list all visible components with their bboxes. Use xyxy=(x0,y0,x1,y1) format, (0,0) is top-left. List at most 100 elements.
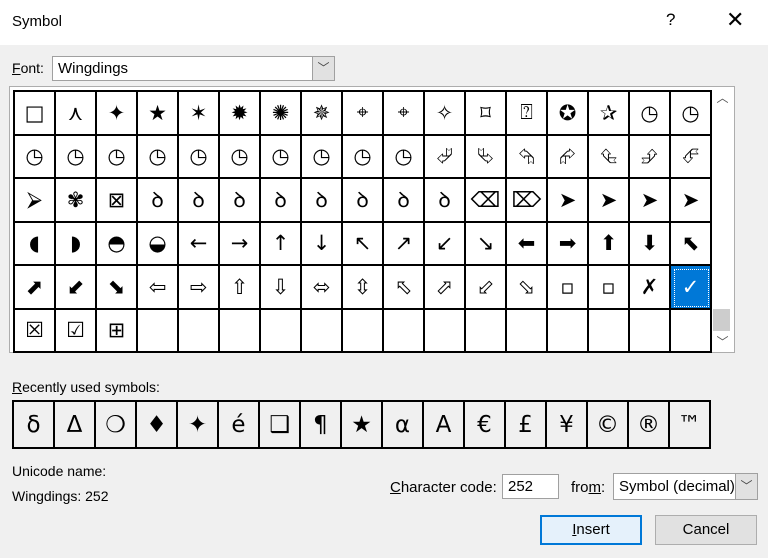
symbol-cell[interactable]: ꝺ xyxy=(261,179,302,223)
symbol-cell[interactable]: ⇦ xyxy=(138,266,179,310)
symbol-cell[interactable]: ꝺ xyxy=(425,179,466,223)
symbol-cell[interactable]: ⮳ xyxy=(548,135,589,179)
recent-symbol[interactable]: Δ xyxy=(55,402,96,449)
recent-symbol[interactable]: ¶ xyxy=(301,402,342,449)
chevron-down-icon[interactable]: ﹀ xyxy=(312,57,334,80)
font-select[interactable]: Wingdings ﹀ xyxy=(52,56,335,81)
scrollbar[interactable]: ︿ ﹀ xyxy=(711,87,734,352)
insert-button[interactable]: Insert xyxy=(540,515,642,545)
symbol-cell[interactable]: ⌖ xyxy=(384,92,425,136)
symbol-cell[interactable]: ◗ xyxy=(56,222,97,266)
symbol-cell[interactable]: ▫ xyxy=(589,266,630,310)
symbol-cell[interactable]: ⬉ xyxy=(671,222,712,266)
symbol-cell[interactable] xyxy=(343,309,384,353)
symbol-cell[interactable]: ꝺ xyxy=(384,179,425,223)
symbol-cell[interactable]: ⬋ xyxy=(56,266,97,310)
symbol-cell[interactable]: ⇩ xyxy=(261,266,302,310)
symbol-cell[interactable]: ꝺ xyxy=(220,179,261,223)
scroll-up-icon[interactable]: ︿ xyxy=(711,89,734,106)
recent-symbol[interactable]: ™ xyxy=(670,402,711,449)
symbol-cell[interactable]: ⊠ xyxy=(97,179,138,223)
symbol-cell[interactable]: ⮵ xyxy=(630,135,671,179)
symbol-cell[interactable]: → xyxy=(220,222,261,266)
symbol-cell[interactable]: ↗ xyxy=(384,222,425,266)
symbol-cell[interactable]: ⬆ xyxy=(589,222,630,266)
symbol-cell[interactable]: ✰ xyxy=(589,92,630,136)
symbol-cell[interactable]: ꝺ xyxy=(343,179,384,223)
recent-symbol[interactable]: ✦ xyxy=(178,402,219,449)
recent-symbol[interactable]: ❍ xyxy=(96,402,137,449)
symbol-cell[interactable] xyxy=(671,309,712,353)
recent-symbol[interactable]: ® xyxy=(629,402,670,449)
symbol-cell[interactable]: ⊞ xyxy=(97,309,138,353)
symbol-cell[interactable]: ◷ xyxy=(261,135,302,179)
symbol-cell[interactable]: ◷ xyxy=(138,135,179,179)
symbol-cell[interactable]: ⬊ xyxy=(97,266,138,310)
symbol-cell[interactable]: ☑ xyxy=(56,309,97,353)
symbol-cell[interactable]: ↖ xyxy=(343,222,384,266)
symbol-cell[interactable]: ◒ xyxy=(138,222,179,266)
symbol-cell[interactable]: ⮚ xyxy=(15,179,56,223)
symbol-cell[interactable]: ꝺ xyxy=(179,179,220,223)
symbol-cell[interactable] xyxy=(384,309,425,353)
symbol-cell[interactable]: ➤ xyxy=(548,179,589,223)
symbol-cell[interactable]: ⮱ xyxy=(466,135,507,179)
symbol-cell[interactable]: ◷ xyxy=(302,135,343,179)
symbol-cell[interactable] xyxy=(466,309,507,353)
symbol-cell[interactable]: ◷ xyxy=(179,135,220,179)
symbol-cell[interactable]: ↑ xyxy=(261,222,302,266)
symbol-cell[interactable]: ✗ xyxy=(630,266,671,310)
symbol-cell[interactable]: ◷ xyxy=(343,135,384,179)
symbol-cell[interactable]: ⌦ xyxy=(507,179,548,223)
symbol-cell[interactable]: ★ xyxy=(138,92,179,136)
symbol-cell[interactable]: ← xyxy=(179,222,220,266)
symbol-cell[interactable]: ◷ xyxy=(220,135,261,179)
recent-symbol[interactable]: ¥ xyxy=(547,402,588,449)
symbol-cell[interactable]: ✹ xyxy=(220,92,261,136)
symbol-cell[interactable]: ↙ xyxy=(425,222,466,266)
symbol-cell[interactable]: ꝺ xyxy=(302,179,343,223)
recent-symbol[interactable]: € xyxy=(465,402,506,449)
symbol-cell[interactable]: ✓ xyxy=(671,266,712,310)
symbol-cell[interactable]: ⬅ xyxy=(507,222,548,266)
symbol-cell[interactable] xyxy=(589,309,630,353)
symbol-cell[interactable]: ⇳ xyxy=(343,266,384,310)
symbol-cell[interactable] xyxy=(425,309,466,353)
symbol-cell[interactable]: ◷ xyxy=(56,135,97,179)
symbol-cell[interactable]: □ xyxy=(15,92,56,136)
symbol-cell[interactable]: ⇧ xyxy=(220,266,261,310)
symbol-cell[interactable]: ⮶ xyxy=(671,135,712,179)
symbol-cell[interactable]: ▫ xyxy=(548,266,589,310)
character-code-input[interactable]: 252 xyxy=(502,474,559,499)
symbol-cell[interactable]: ✾ xyxy=(56,179,97,223)
symbol-cell[interactable]: ➤ xyxy=(671,179,712,223)
recent-symbol[interactable]: é xyxy=(219,402,260,449)
symbol-cell[interactable]: ⬃ xyxy=(466,266,507,310)
symbol-cell[interactable]: ✶ xyxy=(179,92,220,136)
symbol-cell[interactable]: ◷ xyxy=(671,92,712,136)
symbol-cell[interactable]: ➤ xyxy=(589,179,630,223)
from-select[interactable]: Symbol (decimal) ﹀ xyxy=(613,473,758,500)
symbol-cell[interactable]: ꝺ xyxy=(138,179,179,223)
recent-symbol[interactable]: α xyxy=(383,402,424,449)
scroll-down-icon[interactable]: ﹀ xyxy=(711,333,734,350)
symbol-cell[interactable]: ⌫ xyxy=(466,179,507,223)
symbol-cell[interactable] xyxy=(548,309,589,353)
symbol-cell[interactable]: ✪ xyxy=(548,92,589,136)
symbol-cell[interactable] xyxy=(507,309,548,353)
recent-symbol[interactable]: ♦ xyxy=(137,402,178,449)
symbol-cell[interactable]: ⬁ xyxy=(384,266,425,310)
chevron-down-icon[interactable]: ﹀ xyxy=(735,474,757,499)
symbol-cell[interactable]: ↓ xyxy=(302,222,343,266)
recent-symbol[interactable]: ❑ xyxy=(260,402,301,449)
symbol-cell[interactable]: ⌖ xyxy=(343,92,384,136)
symbol-cell[interactable]: ⮴ xyxy=(589,135,630,179)
symbol-cell[interactable] xyxy=(630,309,671,353)
symbol-cell[interactable]: ☒ xyxy=(15,309,56,353)
symbol-cell[interactable]: ⋏ xyxy=(56,92,97,136)
symbol-cell[interactable]: ⬀ xyxy=(425,266,466,310)
recent-symbol[interactable]: ★ xyxy=(342,402,383,449)
symbol-cell[interactable] xyxy=(302,309,343,353)
symbol-cell[interactable] xyxy=(138,309,179,353)
symbol-cell[interactable]: ✧ xyxy=(425,92,466,136)
